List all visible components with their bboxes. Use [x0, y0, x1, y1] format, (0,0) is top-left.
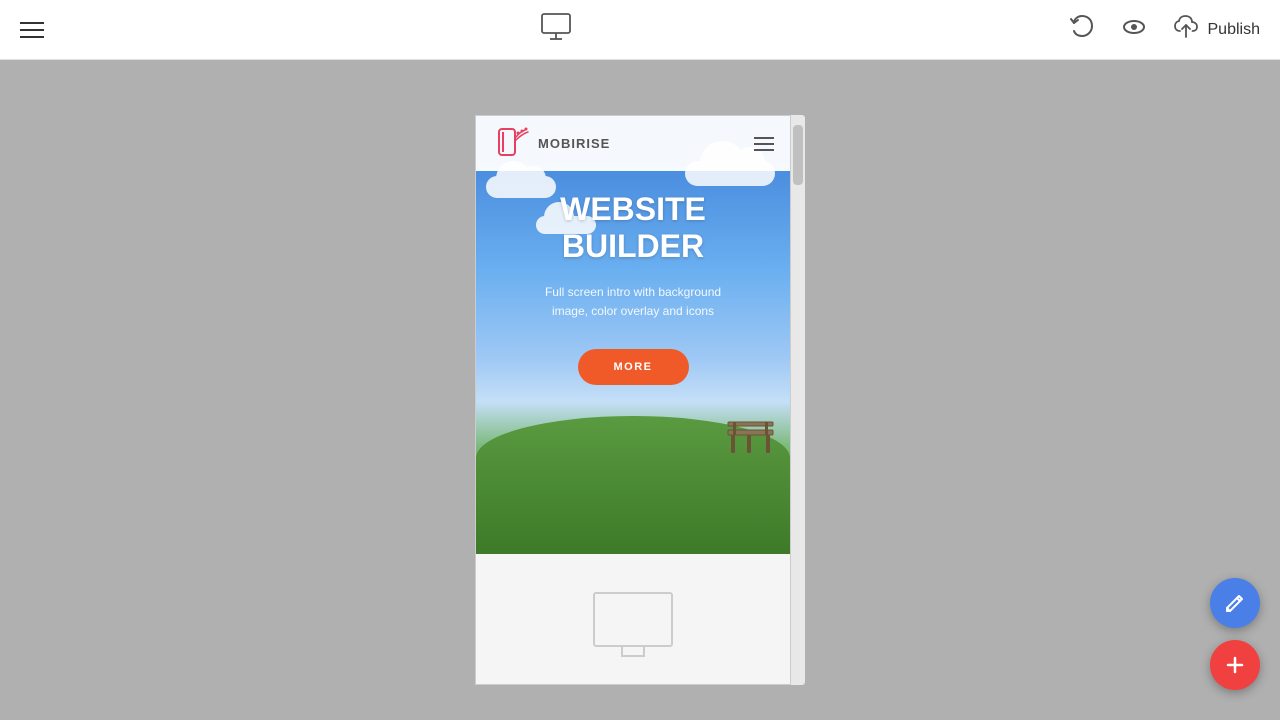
- add-fab-button[interactable]: [1210, 640, 1260, 690]
- toolbar-left: [20, 22, 44, 38]
- mobirise-logo-icon: [492, 125, 530, 163]
- preview-frame: MOBIRISE: [475, 115, 791, 685]
- preview-hero-section: WEBSITE BUILDER Full screen intro with b…: [476, 116, 790, 556]
- hero-title-line2: BUILDER: [560, 228, 706, 265]
- toolbar: Publish: [0, 0, 1280, 60]
- edit-fab-button[interactable]: [1210, 578, 1260, 628]
- scrollbar-thumb[interactable]: [793, 125, 803, 185]
- preview-logo-text: MOBIRISE: [538, 136, 610, 151]
- monitor-icon[interactable]: [538, 9, 574, 50]
- toolbar-right: Publish: [1068, 13, 1260, 46]
- publish-label: Publish: [1208, 21, 1260, 39]
- hamburger-menu-button[interactable]: [20, 22, 44, 38]
- fab-container: [1210, 578, 1260, 690]
- canvas-area: MOBIRISE: [0, 60, 1280, 720]
- hero-title: WEBSITE BUILDER: [560, 191, 706, 265]
- hero-content: WEBSITE BUILDER Full screen intro with b…: [476, 116, 790, 556]
- preview-frame-wrapper: MOBIRISE: [475, 115, 805, 685]
- hero-title-line1: WEBSITE: [560, 191, 706, 228]
- toolbar-center: [538, 9, 574, 50]
- preview-logo: MOBIRISE: [492, 125, 610, 163]
- bottom-monitor-outline: [593, 592, 673, 647]
- hero-subtitle: Full screen intro with background image,…: [533, 283, 733, 321]
- eye-icon[interactable]: [1120, 13, 1148, 46]
- undo-icon[interactable]: [1068, 13, 1096, 46]
- preview-navbar: MOBIRISE: [476, 116, 790, 171]
- cloud-upload-icon: [1172, 13, 1200, 46]
- preview-scrollbar[interactable]: [791, 115, 805, 685]
- publish-button[interactable]: Publish: [1172, 13, 1260, 46]
- hero-cta-button[interactable]: MORE: [578, 349, 689, 385]
- preview-hamburger-button[interactable]: [754, 137, 774, 151]
- preview-bottom-section: [476, 554, 790, 684]
